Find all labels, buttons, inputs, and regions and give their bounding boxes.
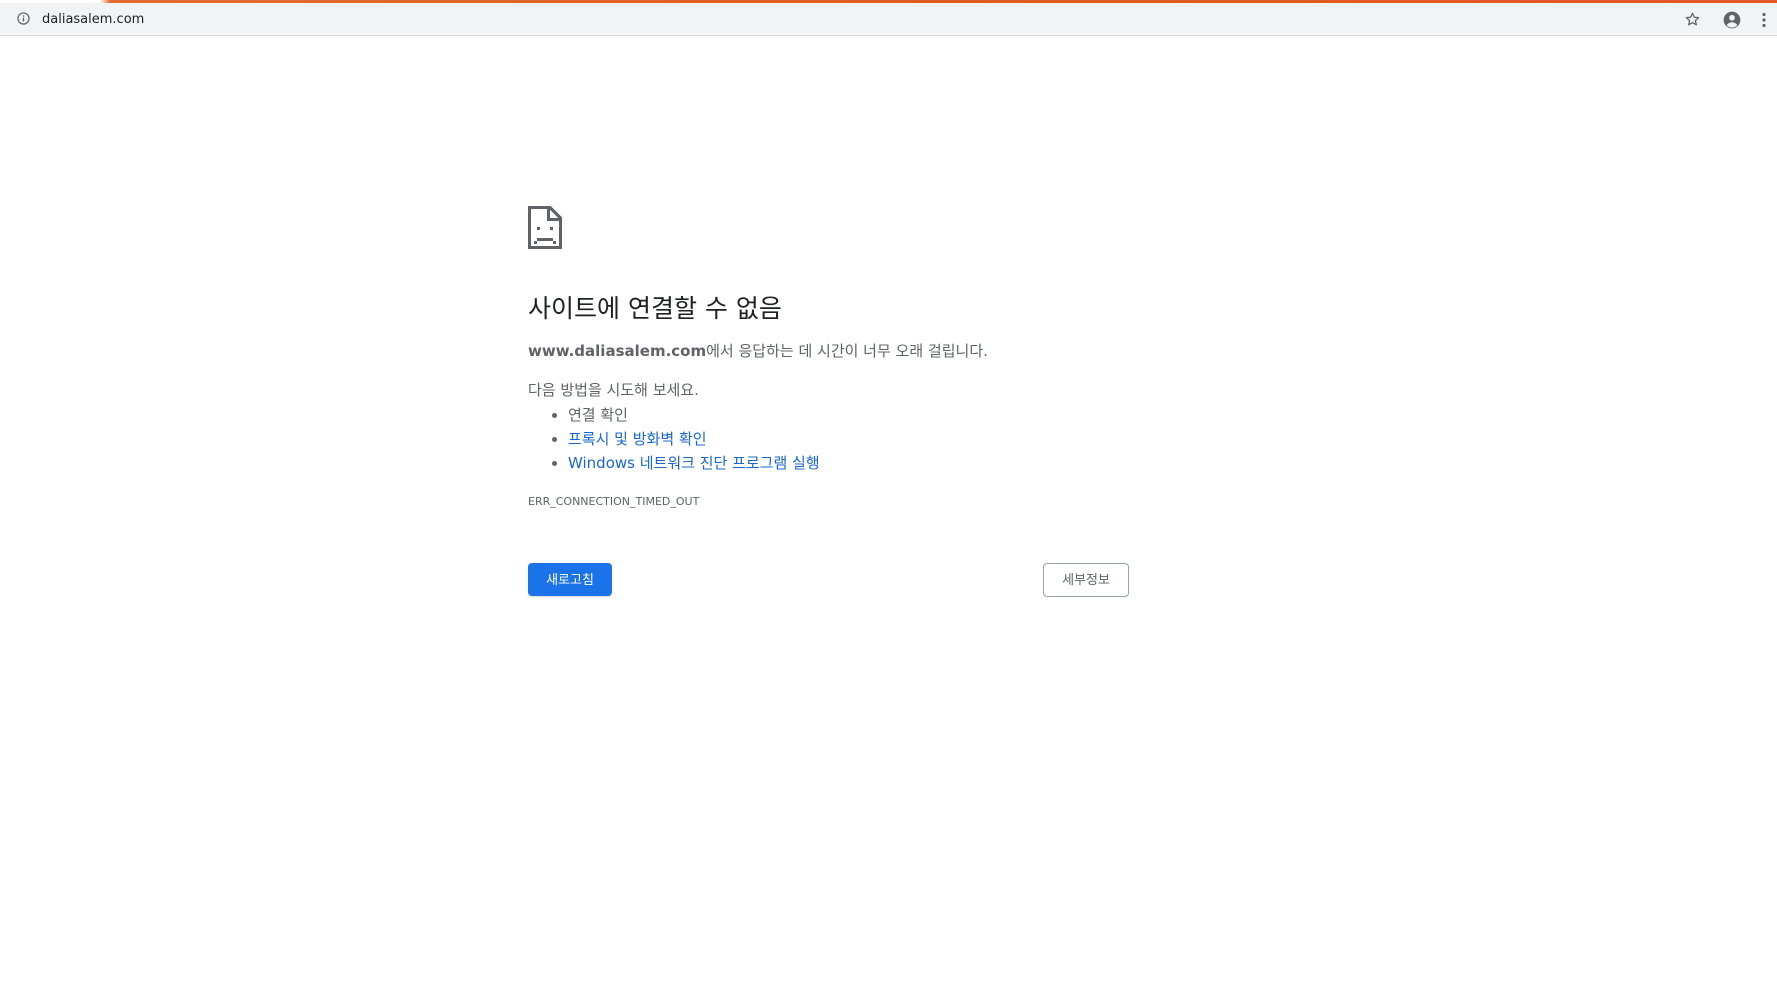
error-description-text: 에서 응답하는 데 시간이 너무 오래 걸립니다. [706, 342, 988, 360]
suggestion-check-proxy-link[interactable]: 프록시 및 방화벽 확인 [568, 430, 707, 448]
bullet-icon [552, 413, 557, 418]
error-domain: www.daliasalem.com [528, 342, 707, 360]
suggestions-heading: 다음 방법을 시도해 보세요. [528, 381, 699, 399]
error-code: ERR_CONNECTION_TIMED_OUT [528, 495, 700, 508]
sad-page-icon [528, 206, 562, 249]
error-description: www.daliasalem.com에서 응답하는 데 시간이 너무 오래 걸립… [528, 341, 988, 361]
suggestion-check-connection: 연결 확인 [568, 406, 628, 424]
list-item: Windows 네트워크 진단 프로그램 실행 [552, 451, 820, 475]
address-bar[interactable]: daliasalem.com [0, 3, 1777, 36]
page-title: 사이트에 연결할 수 없음 [528, 294, 782, 323]
suggestion-run-diagnostics-link[interactable]: Windows 네트워크 진단 프로그램 실행 [568, 454, 820, 472]
suggestions-list: 연결 확인 프록시 및 방화벽 확인 Windows 네트워크 진단 프로그램 … [528, 403, 820, 475]
details-button[interactable]: 세부정보 [1043, 563, 1129, 597]
bullet-icon [552, 461, 557, 466]
list-item: 연결 확인 [552, 403, 820, 427]
list-item: 프록시 및 방화벽 확인 [552, 427, 820, 451]
reload-button[interactable]: 새로고침 [528, 563, 612, 596]
url-text[interactable]: daliasalem.com [42, 12, 144, 27]
info-icon[interactable] [17, 12, 30, 25]
vertical-dots-icon[interactable] [1761, 12, 1767, 28]
bullet-icon [552, 437, 557, 442]
account-circle-icon[interactable] [1722, 10, 1742, 30]
star-icon[interactable] [1684, 11, 1701, 28]
